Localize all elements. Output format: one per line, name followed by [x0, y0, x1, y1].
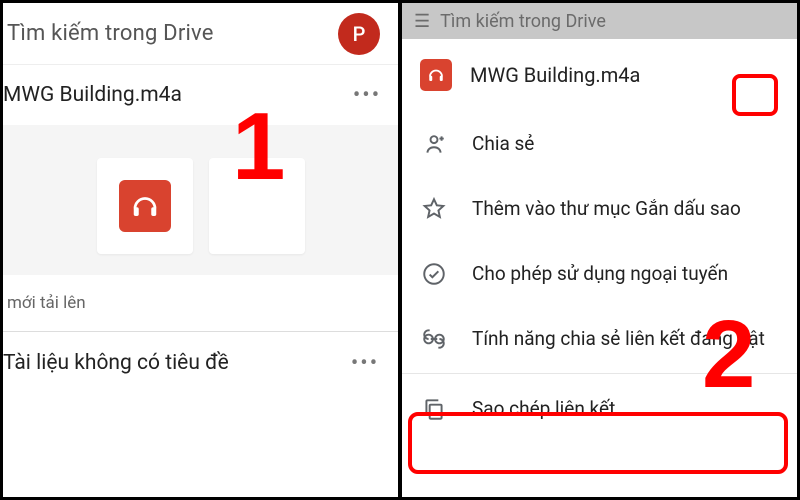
menu-item-share[interactable]: Chia sẻ: [402, 111, 797, 176]
sheet-header: MWG Building.m4a: [402, 59, 797, 111]
copy-icon: [420, 395, 448, 423]
menu-label: Chia sẻ: [472, 132, 534, 155]
search-bar[interactable]: Tìm kiếm trong Drive P: [3, 3, 398, 65]
annotation-number-2: 2: [702, 300, 755, 410]
menu-label: Sao chép liên kết: [472, 397, 615, 420]
sheet-file-name: MWG Building.m4a: [470, 63, 640, 87]
document-title-label: Tài liệu không có tiêu đề: [3, 351, 344, 375]
annotation-number-1: 1: [232, 92, 285, 202]
offline-icon: [420, 260, 448, 288]
more-horizontal-icon: •••: [351, 351, 379, 376]
more-horizontal-icon: •••: [353, 83, 381, 108]
bottom-sheet: MWG Building.m4a Chia sẻ Thêm vào thư mụ…: [402, 39, 797, 497]
drive-screen-right: ☰ Tìm kiếm trong Drive MWG Building.m4a …: [402, 3, 797, 497]
menu-item-offline[interactable]: Cho phép sử dụng ngoại tuyến: [402, 241, 797, 306]
link-icon: [420, 325, 448, 353]
menu-item-star[interactable]: Thêm vào thư mục Gắn dấu sao: [402, 176, 797, 241]
document-more-button[interactable]: •••: [344, 342, 386, 384]
avatar-letter: P: [353, 22, 366, 46]
document-item[interactable]: Tài liệu không có tiêu đề •••: [3, 332, 398, 394]
file-item[interactable]: MWG Building.m4a •••: [3, 65, 398, 125]
search-placeholder: Tìm kiếm trong Drive: [3, 21, 338, 46]
menu-label: Thêm vào thư mục Gắn dấu sao: [472, 197, 741, 220]
file-more-button[interactable]: •••: [346, 74, 388, 116]
menu-label: Cho phép sử dụng ngoại tuyến: [472, 262, 728, 285]
dimmed-background: ☰ Tìm kiếm trong Drive: [402, 3, 797, 39]
star-icon: [420, 195, 448, 223]
audio-file-icon: [119, 180, 171, 232]
file-thumbnail[interactable]: [97, 158, 193, 254]
file-name-label: MWG Building.m4a: [3, 83, 346, 107]
person-add-icon: [420, 130, 448, 158]
drive-screen-left: Tìm kiếm trong Drive P MWG Building.m4a …: [3, 3, 398, 497]
file-thumbnail-area: [3, 125, 398, 275]
section-recent-label: mới tải lên: [3, 275, 398, 331]
menu-icon: ☰: [414, 11, 430, 32]
audio-file-icon: [420, 59, 452, 91]
dim-search-text: Tìm kiếm trong Drive: [440, 11, 606, 32]
account-avatar[interactable]: P: [338, 13, 380, 55]
panel-divider: [398, 0, 402, 500]
